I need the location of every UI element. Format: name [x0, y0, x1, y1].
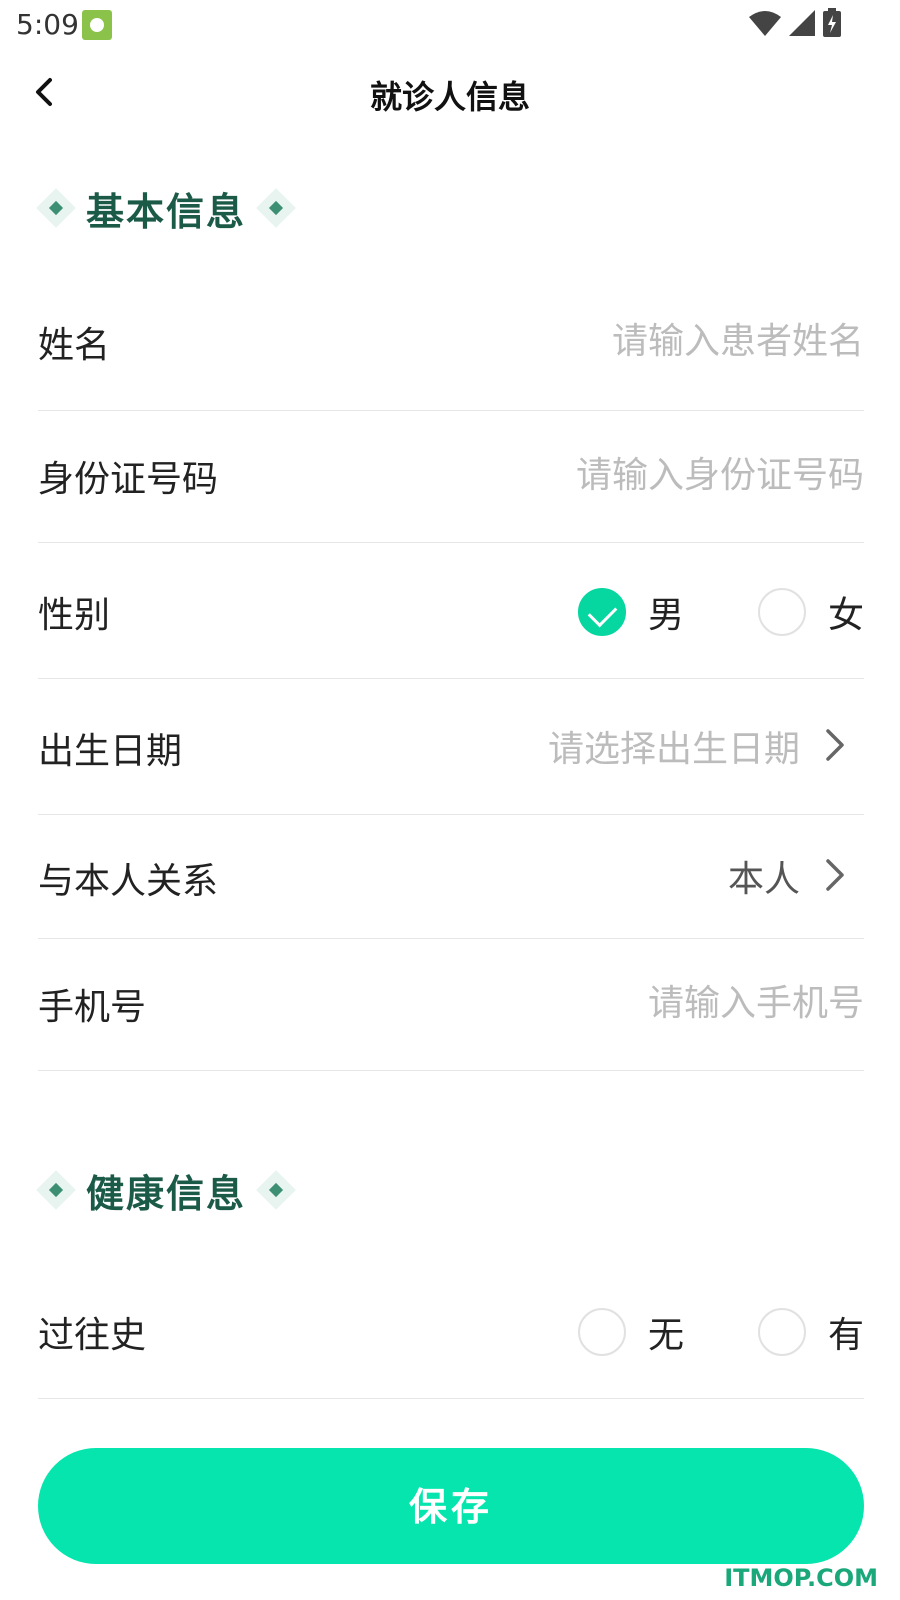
status-icons — [748, 8, 842, 38]
section-title-basic: 基本信息 — [38, 176, 294, 240]
battery-charging-icon — [823, 8, 841, 37]
diamond-icon — [258, 1172, 294, 1208]
id-number-label: 身份证号码 — [38, 459, 219, 500]
diamond-icon — [38, 190, 74, 226]
radio-unchecked-icon — [757, 1308, 806, 1356]
radio-unchecked-icon — [577, 1308, 626, 1356]
diamond-icon — [38, 1172, 74, 1208]
radio-label: 无 — [647, 1315, 684, 1356]
page-title: 就诊人信息 — [369, 78, 530, 116]
signal-icon — [789, 10, 815, 36]
gender-radio-group: 男 女 — [577, 586, 864, 638]
id-number-row[interactable]: 身份证号码 请输入身份证号码 — [38, 410, 864, 543]
name-input[interactable]: 请输入患者姓名 — [612, 312, 864, 364]
radio-checked-icon — [577, 588, 626, 636]
status-time: 5:09 — [16, 8, 79, 41]
phone-label: 手机号 — [38, 987, 147, 1028]
app-notification-icon — [82, 10, 112, 40]
relationship-value[interactable]: 本人 — [728, 850, 800, 902]
birth-date-label: 出生日期 — [38, 731, 183, 772]
section-title-label: 健康信息 — [86, 1171, 247, 1216]
watermark: ITMOP.COM — [724, 1564, 878, 1592]
id-number-input[interactable]: 请输入身份证号码 — [576, 446, 864, 498]
relationship-row[interactable]: 与本人关系 本人 — [38, 814, 864, 939]
wifi-icon — [749, 11, 781, 36]
status-bar: 5:09 — [0, 0, 900, 48]
gender-label: 性别 — [38, 595, 111, 636]
diamond-icon — [258, 190, 294, 226]
history-option-yes[interactable]: 有 — [757, 1306, 864, 1358]
history-radio-group: 无 有 — [577, 1306, 864, 1358]
gender-option-female[interactable]: 女 — [757, 586, 864, 638]
birth-date-picker[interactable]: 请选择出生日期 — [548, 720, 800, 772]
navbar: 就诊人信息 — [0, 50, 900, 134]
section-title-health: 健康信息 — [38, 1158, 294, 1222]
radio-label: 女 — [827, 595, 864, 636]
chevron-right-icon — [826, 729, 844, 761]
history-label: 过往史 — [38, 1315, 147, 1356]
radio-unchecked-icon — [757, 588, 806, 636]
gender-option-male[interactable]: 男 — [577, 586, 684, 638]
phone-row[interactable]: 手机号 请输入手机号 — [38, 938, 864, 1071]
gender-row: 性别 男 女 — [38, 542, 864, 679]
section-title-label: 基本信息 — [86, 189, 247, 234]
name-row[interactable]: 姓名 请输入患者姓名 — [38, 274, 864, 411]
relationship-label: 与本人关系 — [38, 861, 219, 902]
history-row: 过往史 无 有 — [38, 1258, 864, 1399]
save-button[interactable]: 保存 — [38, 1448, 864, 1564]
radio-label: 男 — [647, 595, 684, 636]
radio-label: 有 — [827, 1315, 864, 1356]
name-label: 姓名 — [38, 325, 111, 366]
birth-date-row[interactable]: 出生日期 请选择出生日期 — [38, 678, 864, 815]
phone-input[interactable]: 请输入手机号 — [648, 974, 864, 1026]
chevron-right-icon — [826, 859, 844, 891]
history-option-none[interactable]: 无 — [577, 1306, 684, 1358]
